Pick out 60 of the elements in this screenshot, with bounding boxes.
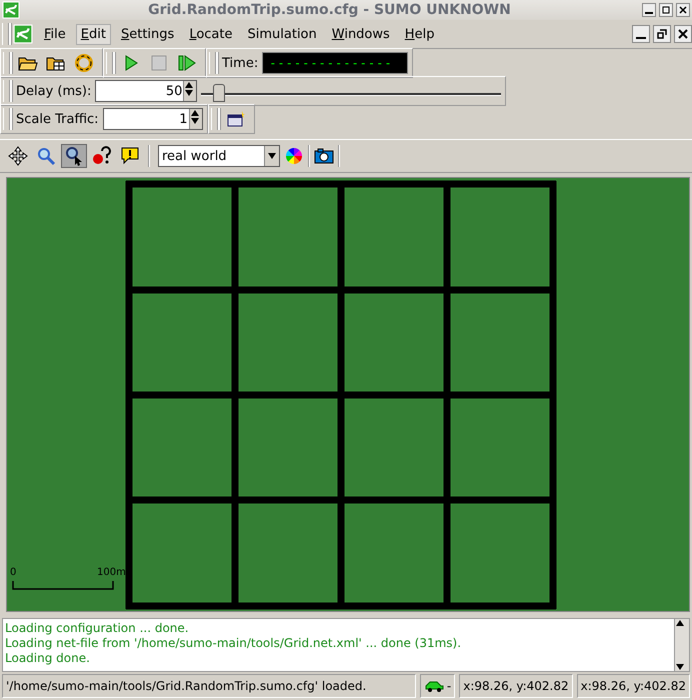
status-message: '/home/sumo-main/tools/Grid.RandomTrip.sumo.cfg' loaded. <box>2 674 416 698</box>
slider-thumb[interactable] <box>212 84 225 102</box>
delay-spinner[interactable]: 50 <box>95 80 198 102</box>
scale-start-label: 0 <box>10 567 16 578</box>
delay-label: Delay (ms): <box>16 84 92 98</box>
minimize-button[interactable] <box>632 25 650 43</box>
maximize-button[interactable] <box>659 3 673 17</box>
camera-icon[interactable] <box>314 147 334 165</box>
scale-traffic-spinner[interactable]: 1 <box>102 108 203 130</box>
toolbar-grip[interactable] <box>209 52 216 74</box>
menu-item[interactable]: Windows <box>326 24 395 44</box>
menu-item[interactable]: Settings <box>116 24 180 44</box>
menu-item[interactable]: File <box>39 24 71 44</box>
close-icon <box>679 6 687 14</box>
log-message: Loading configuration ... done. <box>5 621 190 636</box>
up-arrow-icon[interactable] <box>184 81 194 89</box>
car-icon <box>424 680 444 692</box>
vehicle-count-button[interactable]: - <box>420 674 456 698</box>
window-title: Grid.RandomTrip.sumo.cfg - SUMO UNKNOWN <box>147 2 512 18</box>
toolbar-grip[interactable] <box>3 80 10 102</box>
down-arrow-icon[interactable] <box>267 152 277 160</box>
restore-button[interactable] <box>653 25 671 43</box>
close-icon <box>678 29 688 39</box>
down-arrow-icon[interactable] <box>675 663 685 671</box>
scheme-dropdown[interactable]: real world <box>158 145 280 167</box>
toolbar-grip[interactable] <box>106 52 113 74</box>
menu-item[interactable]: Edit <box>76 24 111 44</box>
down-arrow-icon[interactable] <box>184 89 194 97</box>
up-arrow-icon[interactable] <box>190 109 200 117</box>
menu-item[interactable]: Locate <box>184 24 238 44</box>
toolbar-grip[interactable] <box>210 108 218 130</box>
app-icon <box>2 1 20 19</box>
scale-traffic-label: Scale Traffic: <box>16 112 99 126</box>
coordinates-display: x:98.26, y:402.82 <box>459 674 573 698</box>
log-message: Loading done. <box>5 651 91 666</box>
maximize-icon <box>662 6 670 14</box>
close-button[interactable] <box>674 25 692 43</box>
vehicle-count: - <box>446 679 452 693</box>
minimize-icon <box>645 12 653 14</box>
toolbar-grip[interactable] <box>3 108 10 130</box>
coordinates-display: x:98.26, y:402.82 <box>576 674 690 698</box>
color-wheel-icon[interactable] <box>284 146 304 166</box>
time-label: Time: <box>222 56 258 70</box>
toolbar-grip[interactable] <box>3 52 10 74</box>
locate-icon[interactable] <box>61 144 87 168</box>
close-button[interactable] <box>676 3 690 17</box>
map-canvas[interactable]: 0 100m <box>6 177 690 612</box>
log-message: Loading net-file from '/home/sumo-main/tools/Grid.net.xml' ... done (31ms). <box>5 636 462 651</box>
restore-icon <box>657 29 667 39</box>
time-display: --------------- <box>262 52 408 74</box>
menu-item[interactable]: Simulation <box>242 24 322 44</box>
up-arrow-icon[interactable] <box>675 619 685 627</box>
scale-end-label: 100m <box>97 567 126 578</box>
minimize-button[interactable] <box>642 3 656 17</box>
minimize-icon <box>636 37 646 39</box>
app-icon <box>13 24 33 44</box>
scrollbar[interactable] <box>674 619 689 671</box>
toolbar-grip[interactable] <box>2 23 9 45</box>
down-arrow-icon[interactable] <box>190 117 200 125</box>
menu-item[interactable]: Help <box>400 24 440 44</box>
